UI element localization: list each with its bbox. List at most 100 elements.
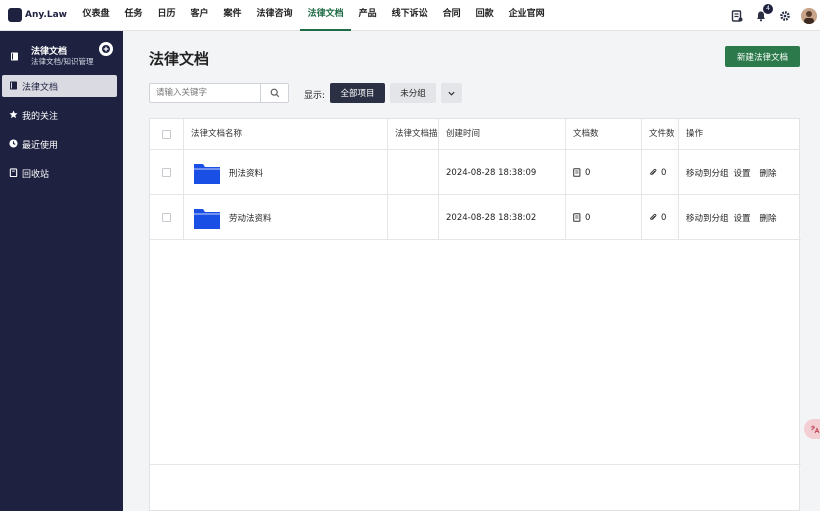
name-cell[interactable]: 劳动法资料	[183, 195, 387, 240]
trash-icon	[9, 168, 18, 180]
column-header-created[interactable]: 创建时间	[438, 119, 565, 149]
settings-link[interactable]: 设置	[734, 167, 751, 179]
star-icon	[9, 110, 18, 122]
nav-payments[interactable]: 回款	[468, 0, 501, 31]
top-navbar: Any.Law 仪表盘 任务 日历 客户 案件 法律咨询 法律文档 产品 线下诉…	[0, 0, 820, 31]
main-content: 法律文档 新建法律文档 显示: 全部项目 未分组 法律文档名称 法律文档描述 创…	[123, 31, 820, 511]
actions-cell: 移动到分组 设置 删除	[678, 195, 801, 240]
sidebar-item-trash[interactable]: 回收站	[2, 162, 117, 184]
logo-icon	[8, 8, 22, 22]
nav-clients[interactable]: 客户	[183, 0, 216, 31]
select-all-checkbox[interactable]	[162, 129, 171, 139]
document-icon	[573, 213, 581, 222]
clock-icon	[9, 139, 18, 151]
nav-legal-docs[interactable]: 法律文档	[300, 0, 352, 31]
show-label: 显示:	[304, 91, 326, 101]
floating-assistant-button[interactable]	[804, 419, 820, 439]
page-title: 法律文档	[149, 50, 210, 68]
nav-calendar[interactable]: 日历	[150, 0, 183, 31]
table-header: 法律文档名称 法律文档描述 创建时间 文档数 文件数 操作	[150, 119, 801, 150]
delete-link[interactable]: 删除	[760, 212, 777, 224]
folder-icon	[193, 161, 221, 185]
nav-cases[interactable]: 案件	[216, 0, 249, 31]
nav-offline-litigation[interactable]: 线下诉讼	[384, 0, 435, 31]
actions-cell: 移动到分组 设置 删除	[678, 150, 801, 195]
app-logo[interactable]: Any.Law	[8, 8, 67, 22]
column-header-doc-count[interactable]: 文档数	[565, 119, 641, 149]
sidebar: 法律文档 法律文档/知识管理 法律文档 我的关注 最近使用 回收站	[0, 31, 123, 511]
notification-badge: 4	[763, 3, 773, 14]
sidebar-item-label: 回收站	[22, 169, 50, 180]
file-count-cell: 0	[641, 150, 678, 195]
user-avatar[interactable]	[801, 7, 817, 24]
row-checkbox[interactable]	[162, 212, 171, 222]
sidebar-item-label: 法律文档	[22, 82, 59, 93]
search-box	[149, 83, 289, 103]
column-header-name[interactable]: 法律文档名称	[183, 119, 387, 149]
chevron-down-icon	[448, 91, 455, 96]
nav-consulting[interactable]: 法律咨询	[249, 0, 300, 31]
sidebar-header: 法律文档 法律文档/知识管理	[0, 31, 123, 75]
nav-contracts[interactable]: 合同	[435, 0, 468, 31]
column-header-file-count[interactable]: 文件数	[641, 119, 678, 149]
add-circle-icon[interactable]	[99, 42, 113, 56]
sidebar-item-label: 最近使用	[22, 140, 59, 151]
nav-company-site[interactable]: 企业官网	[501, 0, 552, 31]
desc-cell	[387, 195, 438, 240]
table-footer-divider	[150, 464, 801, 465]
filter-dropdown-button[interactable]	[441, 83, 462, 103]
created-cell: 2024-08-28 18:38:02	[446, 212, 537, 223]
sidebar-subtitle: 法律文档/知识管理	[31, 57, 94, 66]
new-legal-doc-button[interactable]: 新建法律文档	[725, 46, 800, 67]
table-row[interactable]: 刑法资料 2024-08-28 18:38:09 0 0 移动到分组 设置 删除	[150, 150, 801, 195]
sidebar-item-favorites[interactable]: 我的关注	[2, 104, 117, 126]
table-row[interactable]: 劳动法资料 2024-08-28 18:38:02 0 0 移动到分组 设置 删…	[150, 195, 801, 240]
nav-products[interactable]: 产品	[351, 0, 384, 31]
row-checkbox[interactable]	[162, 167, 171, 177]
column-header-desc[interactable]: 法律文档描述	[387, 119, 438, 149]
search-button[interactable]	[260, 84, 288, 102]
sidebar-item-legal-docs[interactable]: 法律文档	[2, 75, 117, 97]
doc-count-cell: 0	[565, 150, 641, 195]
delete-link[interactable]: 删除	[760, 167, 777, 179]
file-count-cell: 0	[641, 195, 678, 240]
file-count: 0	[661, 167, 667, 178]
row-select-cell	[150, 150, 183, 194]
created-cell: 2024-08-28 18:38:09	[446, 167, 537, 178]
name-cell[interactable]: 刑法资料	[183, 150, 387, 195]
paperclip-icon	[650, 168, 657, 175]
doc-count-cell: 0	[565, 195, 641, 240]
row-select-cell	[150, 195, 183, 239]
column-header-actions: 操作	[686, 129, 704, 139]
nav-tasks[interactable]: 任务	[117, 0, 150, 31]
gear-icon[interactable]	[777, 8, 793, 24]
logo-text: Any.Law	[25, 10, 67, 20]
folder-name[interactable]: 劳动法资料	[229, 212, 272, 224]
header-select-cell	[150, 119, 183, 149]
doc-count: 0	[585, 167, 591, 178]
search-input[interactable]	[150, 84, 260, 102]
document-list-icon[interactable]	[729, 8, 745, 24]
paperclip-icon	[650, 213, 657, 220]
sidebar-item-recent[interactable]: 最近使用	[2, 133, 117, 155]
move-to-group-link[interactable]: 移动到分组	[686, 212, 729, 224]
book-icon	[10, 52, 19, 64]
folder-icon	[193, 206, 221, 230]
translate-icon	[811, 425, 820, 434]
nav-dashboard[interactable]: 仪表盘	[75, 0, 117, 31]
settings-link[interactable]: 设置	[734, 212, 751, 224]
file-count: 0	[661, 212, 667, 223]
bell-icon[interactable]: 4	[753, 3, 773, 24]
sidebar-item-label: 我的关注	[22, 111, 59, 122]
main-nav: 仪表盘 任务 日历 客户 案件 法律咨询 法律文档 产品 线下诉讼 合同 回款 …	[75, 0, 552, 31]
top-right-tools: 4	[721, 0, 820, 31]
doc-count: 0	[585, 212, 591, 223]
filter-ungrouped-button[interactable]: 未分组	[390, 83, 436, 103]
book-icon	[9, 81, 18, 93]
folder-name[interactable]: 刑法资料	[229, 167, 263, 179]
document-icon	[573, 168, 581, 177]
search-icon	[270, 88, 279, 98]
legal-docs-table: 法律文档名称 法律文档描述 创建时间 文档数 文件数 操作 刑法资料 2024-…	[149, 118, 801, 511]
filter-all-button[interactable]: 全部项目	[330, 83, 385, 103]
move-to-group-link[interactable]: 移动到分组	[686, 167, 729, 179]
